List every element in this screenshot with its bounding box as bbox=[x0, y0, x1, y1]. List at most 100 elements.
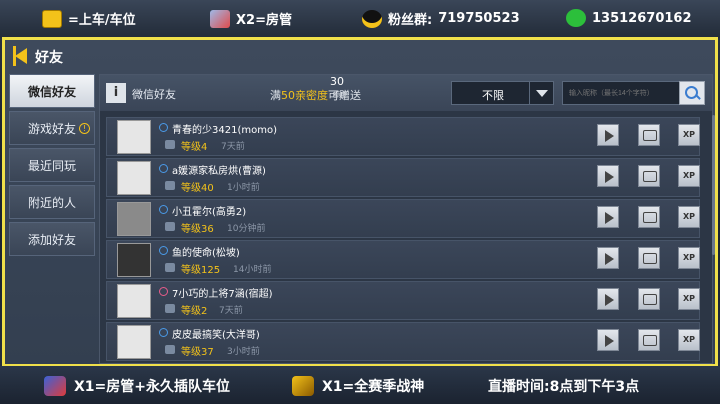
friend-row[interactable]: 鱼的使命(松坡) 等级125 14小时前 XP bbox=[106, 240, 700, 279]
message-button[interactable] bbox=[638, 247, 660, 269]
rank-icon bbox=[165, 181, 175, 190]
xp-button[interactable]: XP bbox=[678, 206, 700, 228]
friend-row[interactable]: 7小巧的上将7涵(宿超) 等级2 7天前 XP bbox=[106, 281, 700, 320]
scrollbar[interactable] bbox=[712, 115, 715, 255]
message-button[interactable] bbox=[638, 206, 660, 228]
friend-level: 等级40 bbox=[181, 183, 214, 194]
play-button[interactable] bbox=[597, 124, 619, 146]
message-button[interactable] bbox=[638, 329, 660, 351]
list-toolbar: i 微信好友 30 满50亲密度可赠送 额度 不限 bbox=[100, 75, 712, 111]
friend-name: 7小巧的上将7涵(宿超) bbox=[172, 289, 273, 300]
avatar bbox=[117, 243, 151, 277]
overlay-item-phone: 13512670162 bbox=[566, 9, 692, 27]
medal-icon bbox=[44, 376, 66, 396]
play-button[interactable] bbox=[597, 329, 619, 351]
friend-level: 等级37 bbox=[181, 347, 214, 358]
game-window: 好友 微信好友 游戏好友 ! 最近同玩 附近的人 添加好友 i 微信好友 30 … bbox=[2, 37, 718, 367]
page-header: 好友 bbox=[5, 40, 715, 74]
overlay-item-season: X1=全赛季战神 bbox=[292, 376, 424, 396]
gift-sub-label: 额度 bbox=[333, 91, 347, 99]
male-icon bbox=[159, 328, 168, 337]
friend-row[interactable]: 小丑霍尔(高勇2) 等级36 10分钟前 XP bbox=[106, 199, 700, 238]
page-title: 好友 bbox=[35, 50, 63, 66]
wechat-icon bbox=[566, 9, 586, 27]
friend-rows: 青春的少3421(momo) 等级4 7天前 XP a媛源家私房烘(曹源) 等级… bbox=[106, 117, 700, 363]
xp-button[interactable]: XP bbox=[678, 329, 700, 351]
stream-overlay-top: =上车/车位 X2=房管 粉丝群: 719750523 13512670162 bbox=[0, 0, 720, 38]
qq-icon bbox=[362, 9, 382, 28]
last-online: 3小时前 bbox=[227, 347, 260, 357]
play-button[interactable] bbox=[597, 247, 619, 269]
ticket-icon bbox=[42, 9, 62, 28]
sidebar-item-add-friend[interactable]: 添加好友 bbox=[9, 222, 95, 256]
male-icon bbox=[159, 205, 168, 214]
avatar bbox=[117, 284, 151, 318]
xp-button[interactable]: XP bbox=[678, 288, 700, 310]
avatar bbox=[117, 325, 151, 359]
sidebar-item-label: 游戏好友 bbox=[27, 121, 76, 136]
sidebar-item-label: 微信好友 bbox=[27, 84, 76, 99]
friend-level: 等级2 bbox=[181, 306, 208, 317]
search-icon[interactable] bbox=[679, 81, 705, 105]
friend-row[interactable]: 皮皮最搞笑(大洋哥) 等级37 3小时前 XP bbox=[106, 322, 700, 361]
sidebar-item-label: 附近的人 bbox=[27, 195, 76, 210]
gift-description: 满50亲密度可赠送 bbox=[270, 87, 361, 103]
overlay-text: 粉丝群: bbox=[388, 13, 433, 28]
last-online: 7天前 bbox=[221, 142, 245, 152]
filter-select[interactable]: 不限 bbox=[451, 81, 554, 105]
friend-row[interactable]: 青春的少3421(momo) 等级4 7天前 XP bbox=[106, 117, 700, 156]
friend-name: 皮皮最搞笑(大洋哥) bbox=[172, 330, 260, 341]
overlay-text: X1=房管+永久插队车位 bbox=[74, 379, 230, 395]
overlay-text: =上车/车位 bbox=[68, 13, 136, 28]
last-online: 7天前 bbox=[219, 306, 243, 316]
friend-level: 等级4 bbox=[181, 142, 208, 153]
message-button[interactable] bbox=[638, 124, 660, 146]
friend-name: 小丑霍尔(高勇2) bbox=[172, 207, 247, 218]
friend-row[interactable]: a媛源家私房烘(曹源) 等级40 1小时前 XP bbox=[106, 158, 700, 197]
last-online: 10分钟前 bbox=[227, 224, 266, 234]
back-arrow-icon[interactable] bbox=[13, 46, 31, 66]
last-online: 1小时前 bbox=[227, 183, 260, 193]
stream-overlay-bottom: X1=房管+永久插队车位 X1=全赛季战神 直播时间:8点到下午3点 bbox=[0, 366, 720, 404]
search-input[interactable] bbox=[562, 81, 680, 105]
sidebar-item-wechat-friends[interactable]: 微信好友 bbox=[9, 74, 95, 108]
last-online: 14小时前 bbox=[233, 265, 272, 275]
female-icon bbox=[159, 287, 168, 296]
play-button[interactable] bbox=[597, 288, 619, 310]
friend-level: 等级36 bbox=[181, 224, 214, 235]
filter-value: 不限 bbox=[482, 89, 504, 102]
overlay-text: 直播时间:8点到下午3点 bbox=[488, 379, 640, 395]
avatar bbox=[117, 202, 151, 236]
sidebar-item-label: 添加好友 bbox=[27, 232, 76, 247]
desc-highlight: 50亲密度 bbox=[281, 89, 328, 102]
sidebar-item-label: 最近同玩 bbox=[27, 158, 76, 173]
male-icon bbox=[159, 246, 168, 255]
overlay-item-admin: X2=房管 bbox=[210, 9, 292, 28]
avatar bbox=[117, 161, 151, 195]
play-button[interactable] bbox=[597, 206, 619, 228]
overlay-text: X2=房管 bbox=[236, 13, 292, 28]
friend-list-panel: i 微信好友 30 满50亲密度可赠送 额度 不限 青春的少3421( bbox=[99, 74, 715, 364]
plane-icon bbox=[210, 9, 230, 28]
xp-button[interactable]: XP bbox=[678, 247, 700, 269]
male-icon bbox=[159, 164, 168, 173]
overlay-item-fans: 粉丝群: 719750523 bbox=[362, 9, 520, 28]
xp-button[interactable]: XP bbox=[678, 124, 700, 146]
message-button[interactable] bbox=[638, 165, 660, 187]
info-icon[interactable]: i bbox=[106, 83, 126, 103]
sidebar-item-recent[interactable]: 最近同玩 bbox=[9, 148, 95, 182]
overlay-text: X1=全赛季战神 bbox=[322, 379, 425, 395]
rank-icon bbox=[165, 345, 175, 354]
male-icon bbox=[159, 123, 168, 132]
warning-icon: ! bbox=[79, 123, 90, 134]
sidebar-item-nearby[interactable]: 附近的人 bbox=[9, 185, 95, 219]
message-button[interactable] bbox=[638, 288, 660, 310]
play-button[interactable] bbox=[597, 165, 619, 187]
desc-text: 满 bbox=[270, 89, 281, 102]
xp-button[interactable]: XP bbox=[678, 165, 700, 187]
war-god-icon bbox=[292, 376, 314, 396]
sidebar-item-game-friends[interactable]: 游戏好友 ! bbox=[9, 111, 95, 145]
avatar bbox=[117, 120, 151, 154]
overlay-text: 719750523 bbox=[438, 11, 520, 26]
friend-name: a媛源家私房烘(曹源) bbox=[172, 166, 266, 177]
